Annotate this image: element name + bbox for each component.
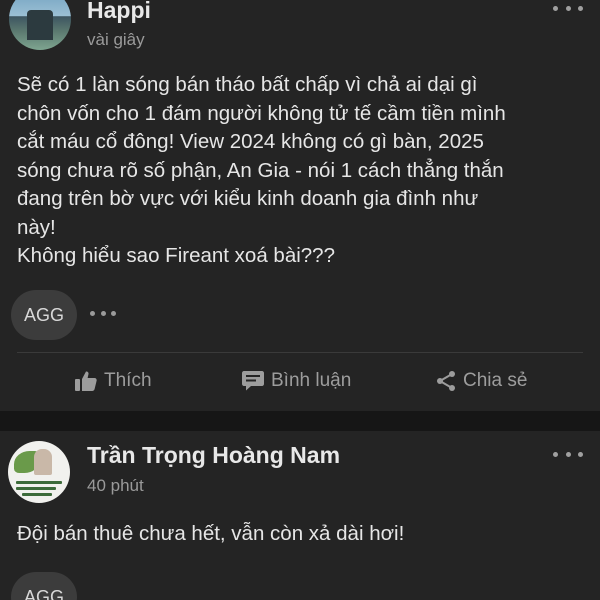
share-button[interactable]: Chia sẻ (435, 366, 527, 396)
post-feed: Happi vài giây Sẽ có 1 làn sóng bán tháo… (0, 0, 600, 600)
post-body-line: Không hiểu sao Fireant xoá bài??? (17, 244, 335, 267)
more-options-icon[interactable] (553, 446, 583, 462)
stock-tag-chip[interactable]: AGG (11, 290, 77, 340)
post-timestamp: vài giây (87, 30, 145, 49)
share-label: Chia sẻ (463, 370, 528, 391)
post-body-line: đang trên bờ vực với kiểu kinh doanh gia… (17, 187, 479, 210)
share-icon (437, 371, 455, 391)
author-name[interactable]: Trần Trọng Hoàng Nam (87, 442, 340, 469)
avatar-image-detail (16, 481, 62, 484)
avatar-image-detail (34, 449, 52, 475)
comment-label: Bình luận (271, 370, 352, 391)
post-body: Đội bán thuê chưa hết, vẫn còn xả dài hơ… (17, 520, 404, 549)
post-body: Sẽ có 1 làn sóng bán tháo bất chấp vì ch… (17, 71, 506, 271)
avatar-image-detail (22, 493, 52, 496)
avatar-image-detail (16, 487, 56, 490)
more-tags-icon[interactable] (90, 305, 116, 321)
more-options-icon[interactable] (553, 0, 583, 16)
post-separator (0, 411, 600, 431)
avatar-image-detail (27, 10, 53, 40)
stock-tag-chip[interactable]: AGG (11, 572, 77, 600)
divider (17, 352, 583, 353)
author-name[interactable]: Happi (87, 0, 151, 24)
comment-icon (242, 371, 264, 391)
post-body-line: sóng chưa rõ số phận, An Gia - nói 1 các… (17, 158, 504, 182)
comment-button[interactable]: Bình luận (241, 366, 351, 396)
post-body-line: Đội bán thuê chưa hết, vẫn còn xả dài hơ… (17, 522, 405, 545)
avatar[interactable] (8, 441, 70, 503)
post-body-line: cắt máu cổ đông! View 2024 không có gì b… (17, 130, 484, 153)
post-body-line: Sẽ có 1 làn sóng bán tháo bất chấp vì ch… (17, 73, 478, 96)
thumbs-up-icon (75, 371, 97, 391)
post-timestamp: 40 phút (87, 476, 144, 495)
like-button[interactable]: Thích (74, 366, 152, 396)
post-body-line: này! (17, 215, 56, 239)
post-body-line: chôn vốn cho 1 đám người không tử tế cầm… (17, 101, 506, 125)
like-label: Thích (104, 370, 152, 391)
